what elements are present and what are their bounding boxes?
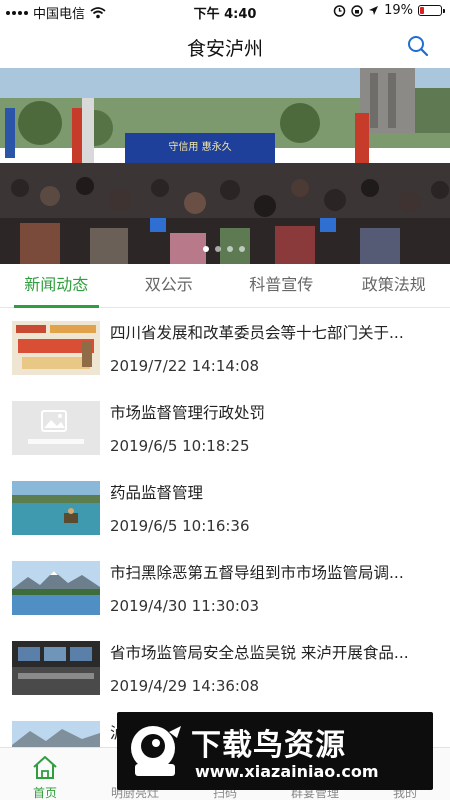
news-title: 药品监督管理: [110, 484, 204, 502]
search-icon[interactable]: [406, 34, 430, 58]
news-title: 省市场监管局安全总监吴锐 来泸开展食品...: [110, 644, 409, 662]
news-time: 2019/7/22 14:14:08: [110, 357, 260, 375]
location-icon: [369, 6, 379, 15]
watermark-name: 下载鸟资源: [191, 728, 346, 763]
tab-science[interactable]: 科普宣传: [225, 264, 338, 307]
battery-percent: 19%: [384, 3, 413, 18]
category-tabs: 新闻动态 双公示 科普宣传 政策法规: [0, 264, 450, 308]
watermark: 下载鸟资源 www.xiazainiao.com: [117, 712, 433, 790]
news-time: 2019/6/5 10:16:36: [110, 517, 250, 535]
news-thumbnail: [12, 321, 100, 375]
news-thumbnail: [12, 641, 100, 695]
battery-icon: [418, 5, 445, 16]
home-icon: [33, 756, 57, 779]
news-title: 四川省发展和改革委员会等十七部门关于...: [110, 324, 404, 342]
nav-home-label: 首页: [32, 786, 57, 800]
news-time: 2019/4/29 14:36:08: [110, 677, 260, 695]
news-thumbnail: [12, 481, 100, 535]
list-item[interactable]: 市扫黑除恶第五督导组到市市场监管局调... 2019/4/30 11:30:03: [0, 549, 450, 629]
bird-logo-icon: [131, 726, 181, 776]
news-time: 2019/4/30 11:30:03: [110, 597, 260, 615]
list-item[interactable]: 药品监督管理 2019/6/5 10:16:36: [0, 469, 450, 549]
watermark-url: www.xiazainiao.com: [195, 762, 379, 781]
news-title: 市场监督管理行政处罚: [110, 404, 266, 422]
nav-bar: 食安泸州: [0, 22, 450, 68]
page-title: 食安泸州: [186, 38, 263, 60]
status-right: 19%: [333, 3, 445, 18]
news-thumbnail: [12, 721, 100, 747]
banner-image: 守信用 惠永久: [0, 68, 450, 264]
nav-home[interactable]: 首页: [0, 748, 90, 800]
status-bar: 中国电信 下午 4:40 19%: [0, 0, 450, 22]
news-time: 2019/6/5 10:18:25: [110, 437, 250, 455]
alarm-icon: [333, 5, 346, 17]
banner-carousel[interactable]: 守信用 惠永久: [0, 68, 450, 264]
list-item[interactable]: 市场监督管理行政处罚 2019/6/5 10:18:25: [0, 389, 450, 469]
tab-policy[interactable]: 政策法规: [338, 264, 450, 307]
tab-news[interactable]: 新闻动态: [0, 264, 113, 308]
tab-double-publicity[interactable]: 双公示: [113, 264, 226, 307]
news-title: 市扫黑除恶第五督导组到市市场监管局调...: [110, 564, 404, 582]
news-thumbnail: [12, 561, 100, 615]
list-item[interactable]: 省市场监管局安全总监吴锐 来泸开展食品... 2019/4/29 14:36:0…: [0, 629, 450, 709]
list-item[interactable]: 四川省发展和改革委员会等十七部门关于... 2019/7/22 14:14:08: [0, 309, 450, 389]
lock-rotation-icon: [351, 4, 363, 17]
news-list: 四川省发展和改革委员会等十七部门关于... 2019/7/22 14:14:08…: [0, 309, 450, 747]
stage-sign: 守信用 惠永久: [168, 140, 231, 153]
image-placeholder-icon: [12, 401, 100, 455]
